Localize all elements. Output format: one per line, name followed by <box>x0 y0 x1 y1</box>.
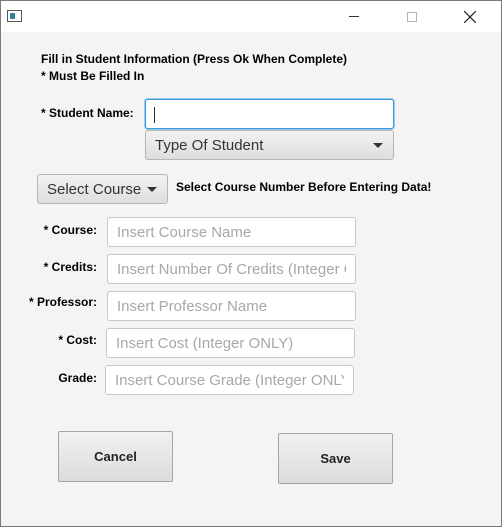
course-label: * Course: <box>43 223 97 237</box>
credits-label: * Credits: <box>43 260 97 274</box>
chevron-down-icon <box>373 142 383 148</box>
dialog-window: Fill in Student Information (Press Ok Wh… <box>0 0 502 527</box>
cost-label: * Cost: <box>58 333 97 347</box>
minimize-icon <box>349 16 359 17</box>
professor-field[interactable] <box>107 291 356 321</box>
professor-input[interactable] <box>108 292 355 320</box>
student-type-value: Type Of Student <box>155 136 264 154</box>
grade-input[interactable] <box>106 366 353 394</box>
cost-field[interactable] <box>106 328 355 358</box>
course-input[interactable] <box>108 218 355 246</box>
close-icon <box>464 10 476 23</box>
maximize-button[interactable] <box>389 1 435 32</box>
credits-field[interactable] <box>107 254 356 284</box>
professor-label: * Professor: <box>28 295 97 309</box>
grade-field[interactable] <box>105 365 354 395</box>
close-button[interactable] <box>447 1 493 32</box>
course-select-hint: Select Course Number Before Entering Dat… <box>176 180 432 194</box>
title-bar[interactable] <box>1 1 501 32</box>
student-name-label: * Student Name: <box>41 106 134 120</box>
course-field[interactable] <box>107 217 356 247</box>
credits-input[interactable] <box>108 255 355 283</box>
app-icon <box>7 10 22 22</box>
course-select[interactable]: Select Course <box>37 174 168 204</box>
grade-label: Grade: <box>58 371 97 385</box>
text-caret <box>154 107 155 123</box>
cancel-button[interactable]: Cancel <box>58 431 173 482</box>
student-name-field[interactable] <box>145 99 394 129</box>
chevron-down-icon <box>147 186 157 192</box>
student-name-input[interactable] <box>146 100 393 128</box>
course-select-value: Select Course <box>47 180 142 198</box>
maximize-icon <box>407 11 417 22</box>
minimize-button[interactable] <box>331 1 377 32</box>
save-button[interactable]: Save <box>278 433 393 484</box>
student-type-select[interactable]: Type Of Student <box>145 130 394 160</box>
cost-input[interactable] <box>107 329 354 357</box>
instructions-text: Fill in Student Information (Press Ok Wh… <box>41 52 348 66</box>
required-note: * Must Be Filled In <box>41 69 145 83</box>
